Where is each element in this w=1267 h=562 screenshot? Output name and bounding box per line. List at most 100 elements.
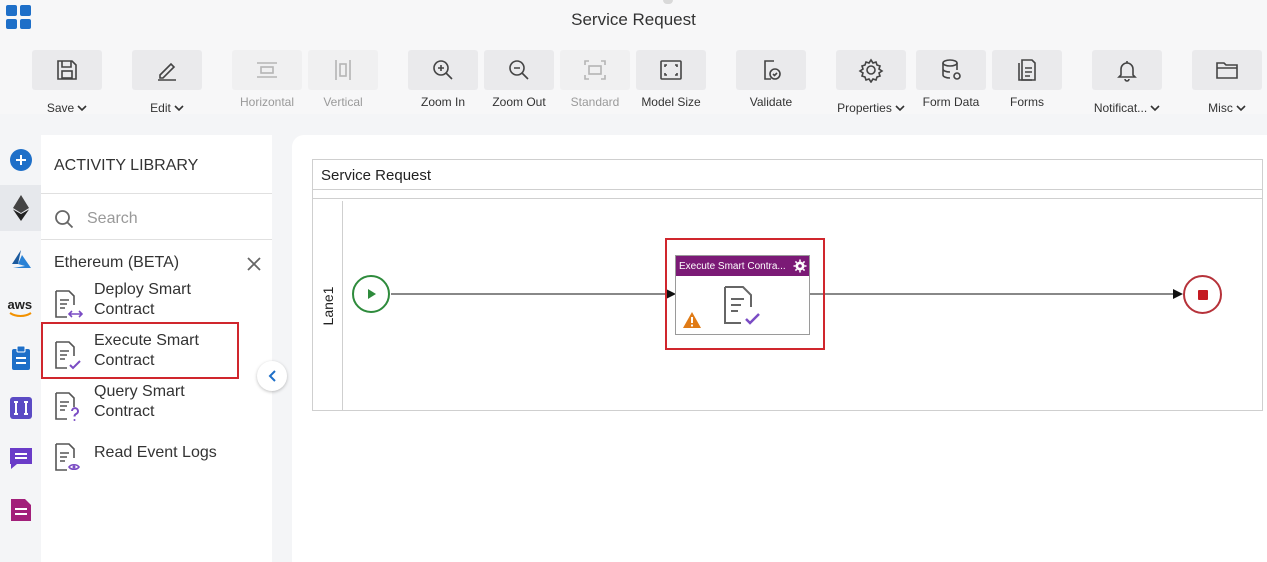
- form-data-label: Form Data: [922, 95, 980, 109]
- validate-label: Validate: [749, 95, 793, 109]
- gear-icon: [858, 58, 884, 83]
- rail-ethereum-button[interactable]: [0, 185, 41, 231]
- standard-size-icon: [584, 60, 606, 80]
- save-button[interactable]: Save: [32, 50, 102, 115]
- lane-header[interactable]: Lane1: [313, 201, 343, 411]
- align-horizontal-icon: [257, 62, 277, 78]
- misc-button[interactable]: Misc: [1192, 50, 1262, 115]
- title-notch: [663, 0, 673, 4]
- chevron-down-icon: [895, 105, 905, 112]
- edit-button[interactable]: Edit: [132, 50, 202, 115]
- zoom-in-label: Zoom In: [420, 95, 465, 109]
- zoom-out-label: Zoom Out: [492, 95, 546, 109]
- aws-smile-icon: [8, 312, 32, 317]
- chevron-down-icon: [1236, 105, 1246, 112]
- lane-label: Lane1: [319, 286, 336, 326]
- rail-aws-button[interactable]: aws: [0, 285, 41, 331]
- save-icon: [57, 60, 77, 80]
- lane-divider: [313, 198, 1262, 201]
- stop-icon: [1197, 289, 1208, 300]
- execute-contract-icon: [724, 286, 760, 325]
- validate-icon: [764, 60, 781, 80]
- forms-button[interactable]: Forms: [992, 50, 1062, 112]
- close-icon[interactable]: [245, 255, 263, 273]
- rail-chat-button[interactable]: [0, 435, 41, 481]
- chevron-down-icon: [174, 105, 184, 112]
- aws-icon: aws: [7, 297, 35, 319]
- execute-smart-contract-task[interactable]: Execute Smart Contra...: [675, 255, 810, 335]
- standard-button[interactable]: Standard: [560, 50, 630, 112]
- notifications-label: Notificat...: [1093, 101, 1148, 115]
- library-item-label: Query Smart Contract: [94, 383, 185, 420]
- toolbar: Save Edit Horizontal Vertical Zoom In Zo…: [0, 40, 1267, 115]
- chat-icon: [9, 448, 32, 469]
- left-rail: aws: [0, 135, 41, 562]
- model-size-button[interactable]: Model Size: [636, 50, 706, 112]
- standard-label: Standard: [570, 95, 620, 109]
- query-contract-icon: [55, 392, 79, 421]
- integration-icon: [9, 397, 32, 419]
- ethereum-icon: [12, 195, 29, 221]
- zoom-out-button[interactable]: Zoom Out: [484, 50, 554, 112]
- search-icon: [55, 210, 74, 229]
- library-category-title: Ethereum (BETA): [54, 254, 180, 271]
- warning-icon: [683, 312, 701, 328]
- library-search-input[interactable]: [87, 208, 257, 230]
- vertical-button[interactable]: Vertical: [308, 50, 378, 112]
- add-icon: [9, 149, 32, 171]
- aws-label: aws: [7, 297, 33, 312]
- library-heading: ACTIVITY LIBRARY: [54, 157, 199, 174]
- form-data-button[interactable]: Form Data: [916, 50, 986, 112]
- rail-add-button[interactable]: [0, 137, 41, 183]
- chevron-down-icon: [77, 105, 87, 112]
- zoom-in-icon: [433, 60, 453, 80]
- fit-screen-icon: [660, 60, 682, 80]
- page-title: Service Request: [571, 10, 696, 29]
- misc-label: Misc: [1208, 101, 1233, 115]
- vertical-label: Vertical: [323, 95, 363, 109]
- notifications-button[interactable]: Notificat...: [1092, 50, 1162, 115]
- chevron-left-icon: [268, 370, 276, 382]
- task-title: Execute Smart Contra...: [676, 256, 809, 276]
- start-event[interactable]: [352, 275, 390, 313]
- database-icon: [942, 59, 961, 80]
- save-label: Save: [46, 101, 75, 115]
- rail-document-button[interactable]: [0, 487, 41, 533]
- library-item-query-smart-contract[interactable]: Query Smart Contract: [41, 382, 272, 432]
- rail-clipboard-button[interactable]: [0, 335, 41, 381]
- title-bar: Service Request: [0, 0, 1267, 40]
- rail-azure-button[interactable]: [0, 237, 41, 283]
- pencil-icon: [158, 62, 176, 81]
- forms-label: Forms: [1010, 95, 1044, 109]
- read-event-logs-icon: [55, 443, 80, 471]
- library-selection-highlight: [41, 322, 239, 379]
- properties-button[interactable]: Properties: [836, 50, 906, 115]
- bell-icon: [1117, 61, 1137, 82]
- align-vertical-icon: [335, 60, 351, 80]
- model-size-label: Model Size: [641, 95, 701, 109]
- divider: [41, 193, 272, 194]
- rail-integration-button[interactable]: [0, 385, 41, 431]
- chevron-down-icon: [1150, 105, 1160, 112]
- document-icon: [10, 499, 31, 521]
- folder-icon: [1216, 62, 1238, 79]
- azure-icon: [11, 250, 31, 268]
- clipboard-icon: [11, 345, 30, 370]
- zoom-out-icon: [509, 60, 529, 80]
- horizontal-label: Horizontal: [239, 95, 295, 109]
- properties-label: Properties: [837, 101, 892, 115]
- collapse-panel-button[interactable]: [257, 361, 287, 391]
- edit-label: Edit: [150, 101, 171, 115]
- horizontal-button[interactable]: Horizontal: [232, 50, 302, 112]
- zoom-in-button[interactable]: Zoom In: [408, 50, 478, 112]
- library-item-label: Read Event Logs: [94, 444, 217, 461]
- library-item-label: Deploy Smart Contract: [94, 281, 191, 318]
- play-icon: [368, 289, 376, 299]
- end-event[interactable]: [1183, 275, 1222, 314]
- deploy-contract-icon: [55, 290, 83, 318]
- library-item-read-event-logs[interactable]: Read Event Logs: [41, 433, 272, 483]
- forms-icon: [1018, 59, 1036, 81]
- validate-button[interactable]: Validate: [736, 50, 806, 112]
- divider: [41, 239, 272, 240]
- gear-icon[interactable]: [793, 259, 807, 273]
